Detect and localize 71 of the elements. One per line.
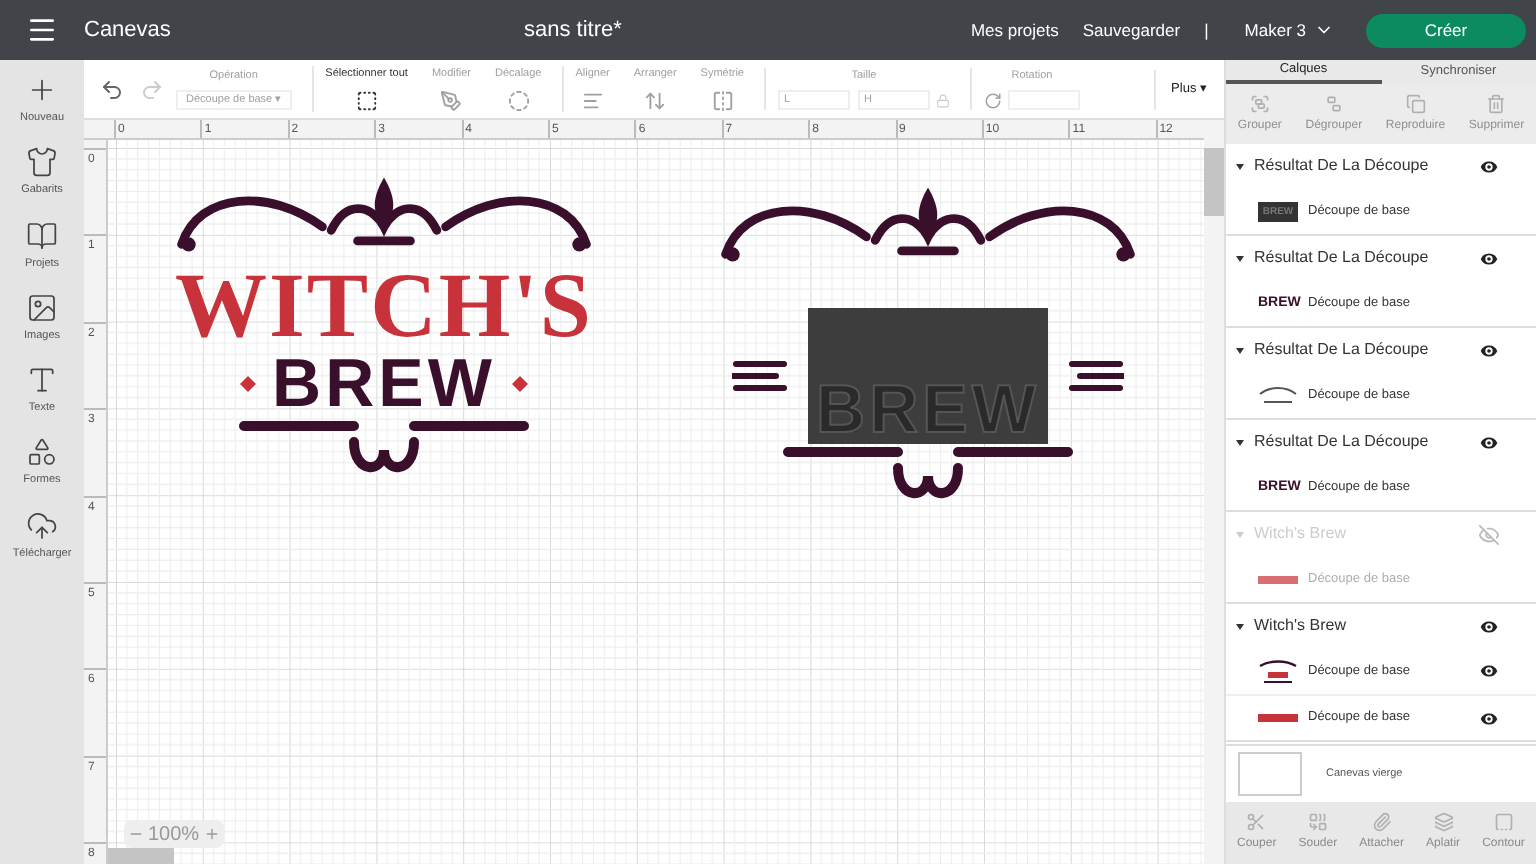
eye-icon[interactable] (1478, 615, 1500, 637)
lock-icon[interactable] (935, 93, 950, 108)
lines-drawing (732, 358, 788, 394)
pen-icon[interactable] (440, 89, 463, 112)
diamond-icon (511, 376, 528, 392)
zoom-level: 100% (148, 821, 200, 849)
document-title: sans titre* (524, 15, 622, 46)
blank-canvas-swatch[interactable] (1238, 752, 1302, 796)
layer-group-row[interactable]: Résultat De La Découpe (1226, 236, 1536, 280)
wordmark-thumbnail-icon (1258, 710, 1298, 726)
circle-dashed-icon[interactable] (507, 89, 530, 112)
layer-group-row[interactable]: Résultat De La Découpe (1226, 328, 1536, 372)
caret-down-icon[interactable] (1236, 163, 1244, 169)
horizontal-scrollbar-thumb[interactable] (108, 848, 174, 864)
app-title: Canevas (84, 15, 173, 46)
ornament-thumbnail-icon (1258, 385, 1298, 405)
contour-icon (1493, 812, 1514, 832)
layer-group-row[interactable]: Résultat De La Découpe (1226, 144, 1536, 188)
zoom-in-icon[interactable] (203, 826, 220, 842)
menu-icon[interactable] (26, 14, 58, 46)
shapes-icon (25, 436, 58, 469)
paperclip-icon (1371, 812, 1392, 832)
create-button[interactable]: Créer (1366, 13, 1526, 47)
image-icon (25, 291, 58, 324)
text-icon (26, 364, 58, 396)
scissors-icon (1246, 812, 1267, 832)
layer-title: Witch's Brew (1254, 614, 1348, 638)
machine-select[interactable]: Maker 3 (1244, 17, 1334, 43)
cloud-upload-icon (25, 509, 58, 541)
caret-down-icon[interactable] (1236, 255, 1244, 261)
trash-icon (1486, 93, 1507, 113)
eye-icon[interactable] (1478, 707, 1500, 729)
layer-title: Résultat De La Découpe (1254, 154, 1431, 178)
layer-title: Résultat De La Découpe (1254, 246, 1431, 270)
vertical-scrollbar-thumb[interactable] (1204, 148, 1224, 216)
eye-icon[interactable] (1478, 339, 1500, 361)
notebook-icon (26, 219, 58, 251)
design-title: WITCH'S (175, 262, 593, 350)
select-icon[interactable] (355, 89, 378, 112)
shirt-icon (25, 146, 58, 179)
undo-icon[interactable] (100, 77, 124, 101)
copy-icon (1405, 93, 1426, 113)
layers-icon (1433, 812, 1454, 832)
caret-down-icon[interactable] (1236, 439, 1244, 445)
eye-icon[interactable] (1478, 247, 1500, 269)
separator: | (1204, 17, 1209, 43)
badge-thumbnail-icon (1258, 659, 1298, 683)
wordmark-thumbnail-icon (1258, 571, 1298, 587)
layer-title: Résultat De La Découpe (1254, 338, 1431, 362)
align-icon[interactable] (581, 89, 604, 112)
redo-icon[interactable] (140, 77, 164, 101)
design-subtitle: BREW (272, 350, 496, 418)
plus-icon (26, 74, 58, 106)
top-link[interactable]: Mes projets (970, 17, 1059, 43)
arrange-icon[interactable] (644, 89, 667, 112)
lines-drawing (1068, 358, 1124, 394)
flip-icon[interactable] (711, 89, 734, 112)
caret-down-icon[interactable] (1236, 623, 1244, 629)
eye-icon[interactable] (1478, 155, 1500, 177)
eye-icon[interactable] (1478, 660, 1500, 682)
eye-icon[interactable] (1478, 431, 1500, 453)
group-icon (1249, 93, 1270, 113)
rotate-icon[interactable] (983, 91, 1002, 110)
top-link[interactable]: Sauvegarder (1082, 17, 1181, 43)
combine-icon (1307, 812, 1328, 832)
layer-title: Résultat De La Découpe (1254, 430, 1431, 454)
diamond-icon (240, 376, 257, 392)
layer-group-row[interactable]: Witch's Brew (1226, 604, 1536, 648)
caret-down-icon[interactable] (1236, 347, 1244, 353)
layer-group-row[interactable]: Résultat De La Découpe (1226, 420, 1536, 464)
ungroup-icon (1323, 93, 1344, 113)
